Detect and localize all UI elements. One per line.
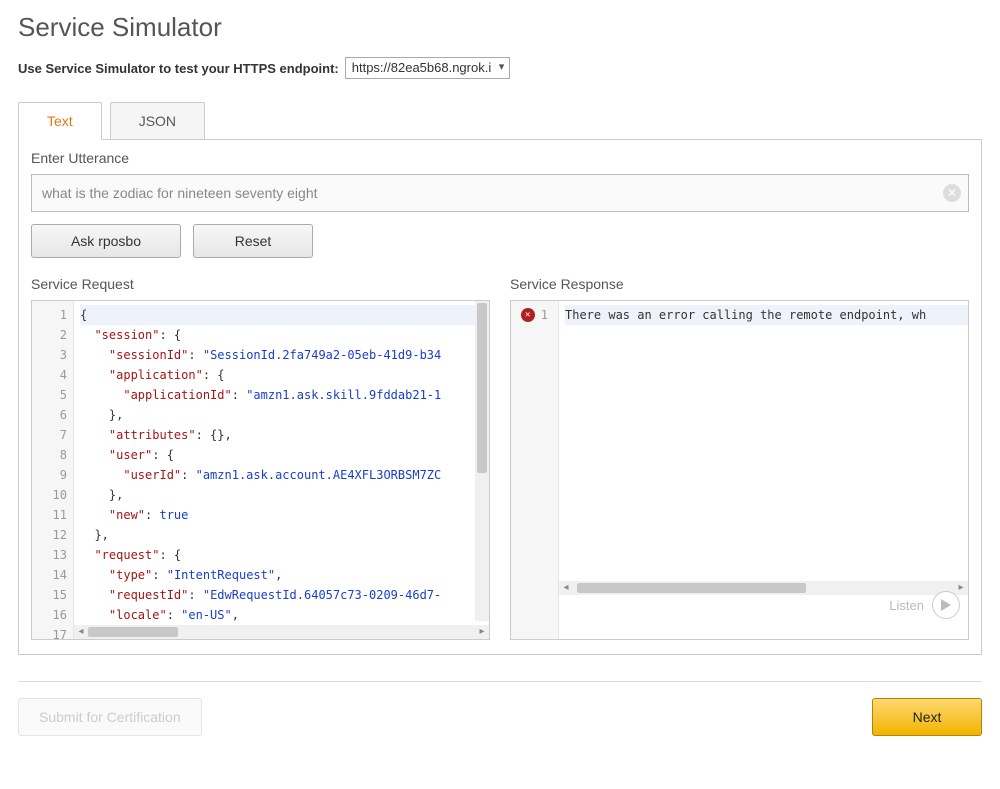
utterance-input[interactable] xyxy=(31,174,969,212)
code-line[interactable]: }, xyxy=(80,405,489,425)
clear-icon[interactable]: ✕ xyxy=(943,184,961,202)
listen-row: Listen xyxy=(889,591,960,619)
request-hscroll[interactable]: ◂ ▸ xyxy=(74,625,489,639)
endpoint-row: Use Service Simulator to test your HTTPS… xyxy=(18,57,982,79)
request-vscroll[interactable] xyxy=(475,301,489,621)
error-icon: ✕ xyxy=(521,308,535,322)
code-line[interactable]: There was an error calling the remote en… xyxy=(565,305,968,325)
request-gutter: 1234567891011121314151617 xyxy=(32,301,74,639)
code-line[interactable]: "requestId": "EdwRequestId.64057c73-0209… xyxy=(80,585,489,605)
code-line[interactable]: "request": { xyxy=(80,545,489,565)
code-line[interactable]: }, xyxy=(80,485,489,505)
ask-button[interactable]: Ask rposbo xyxy=(31,224,181,258)
code-line[interactable]: "session": { xyxy=(80,325,489,345)
next-button[interactable]: Next xyxy=(872,698,982,736)
code-line[interactable]: { xyxy=(80,305,489,325)
code-line[interactable]: "application": { xyxy=(80,365,489,385)
tab-json[interactable]: JSON xyxy=(110,102,205,140)
code-line[interactable]: }, xyxy=(80,525,489,545)
response-gutter: ✕1 xyxy=(511,301,559,639)
scroll-left-icon[interactable]: ◂ xyxy=(74,625,88,639)
page-title: Service Simulator xyxy=(18,12,982,43)
play-icon xyxy=(941,599,951,611)
simulator-panel: Enter Utterance ✕ Ask rposbo Reset Servi… xyxy=(18,139,982,655)
code-line[interactable]: "locale": "en-US", xyxy=(80,605,489,625)
code-line[interactable]: "user": { xyxy=(80,445,489,465)
code-line[interactable]: "sessionId": "SessionId.2fa749a2-05eb-41… xyxy=(80,345,489,365)
code-line[interactable]: "type": "IntentRequest", xyxy=(80,565,489,585)
utterance-label: Enter Utterance xyxy=(31,150,969,166)
request-label: Service Request xyxy=(31,276,490,292)
tabs: Text JSON xyxy=(18,101,982,139)
endpoint-select[interactable]: https://82ea5b68.ngrok.i xyxy=(345,57,511,79)
scroll-left-icon[interactable]: ◂ xyxy=(559,581,573,595)
play-button[interactable] xyxy=(932,591,960,619)
code-line[interactable]: "attributes": {}, xyxy=(80,425,489,445)
request-code-box[interactable]: 1234567891011121314151617 { "session": {… xyxy=(31,300,490,640)
tab-text[interactable]: Text xyxy=(18,102,102,140)
response-label: Service Response xyxy=(510,276,969,292)
listen-label: Listen xyxy=(889,598,924,613)
code-line[interactable]: "new": true xyxy=(80,505,489,525)
request-code[interactable]: { "session": { "sessionId": "SessionId.2… xyxy=(74,301,489,639)
endpoint-label: Use Service Simulator to test your HTTPS… xyxy=(18,61,339,76)
code-line[interactable]: "applicationId": "amzn1.ask.skill.9fddab… xyxy=(80,385,489,405)
submit-certification-button: Submit for Certification xyxy=(18,698,202,736)
footer: Submit for Certification Next xyxy=(18,698,982,736)
reset-button[interactable]: Reset xyxy=(193,224,313,258)
scroll-right-icon[interactable]: ▸ xyxy=(475,625,489,639)
code-line[interactable]: "userId": "amzn1.ask.account.AE4XFL3ORBS… xyxy=(80,465,489,485)
divider xyxy=(18,681,982,682)
response-code-box[interactable]: ✕1 There was an error calling the remote… xyxy=(510,300,969,640)
